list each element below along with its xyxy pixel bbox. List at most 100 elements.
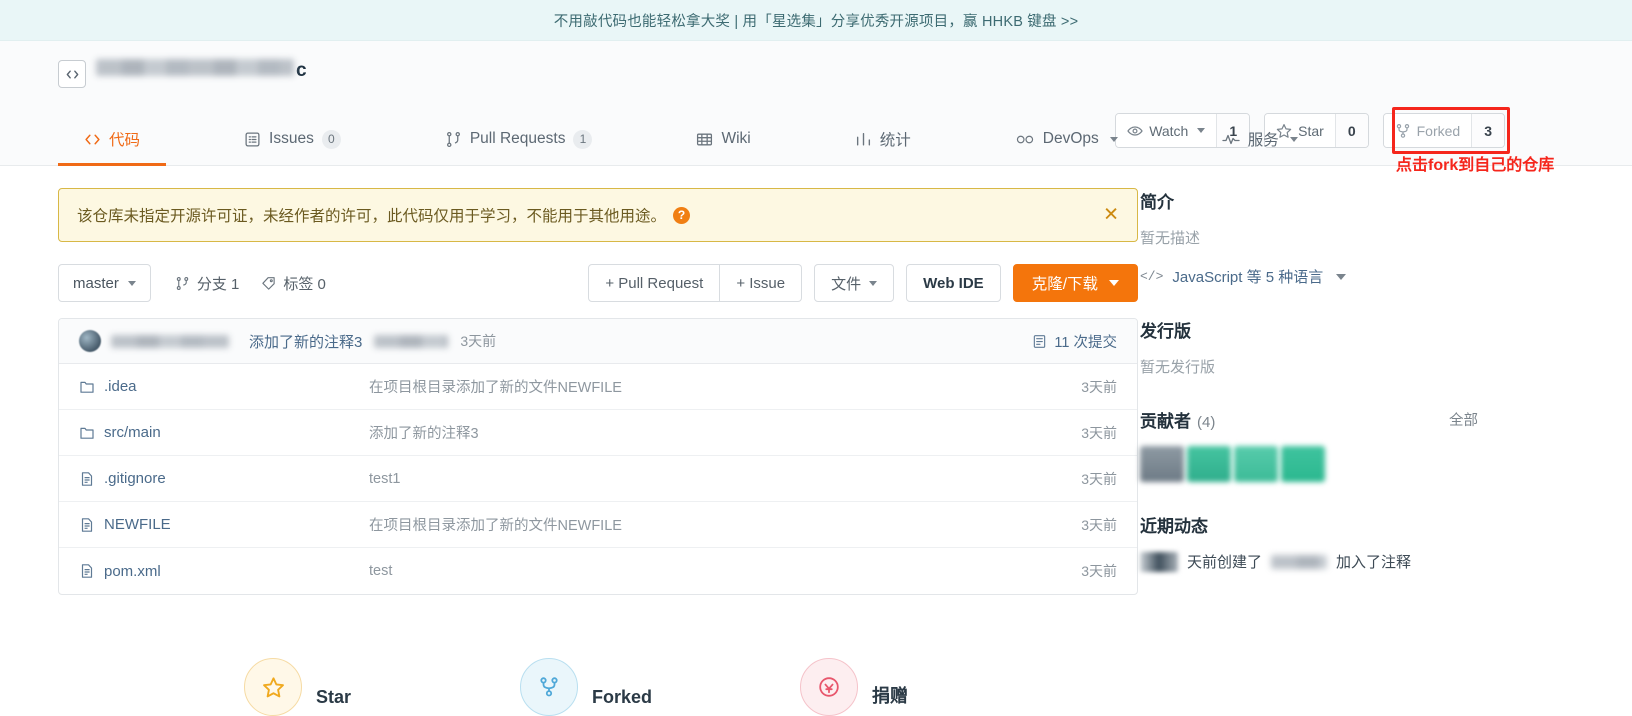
promo-banner-text[interactable]: 不用敲代码也能轻松拿大奖 | 用「星选集」分享优秀开源项目，赢 HHKB 键盘 … <box>554 10 1079 31</box>
issues-icon <box>244 131 261 148</box>
repo-name-redacted <box>96 59 294 76</box>
sidebar-activity-block: 近期动态 天前创建了 加入了注释 <box>1140 512 1522 572</box>
sidebar-releases-block: 发行版 暂无发行版 <box>1140 317 1522 377</box>
file-table: 添加了新的注释3 3天前 11 次提交 .idea 在项目根目录添加了新的文件N… <box>58 318 1138 595</box>
activity-target-redacted <box>1271 554 1328 569</box>
file-name-cell[interactable]: src/main <box>79 424 369 441</box>
tab-services-label: 服务 <box>1247 132 1279 149</box>
tab-code[interactable]: 代码 <box>58 113 167 166</box>
tags-label: 标签 0 <box>283 275 326 293</box>
avatar[interactable] <box>79 330 101 352</box>
tab-wiki-label: Wiki <box>721 130 751 147</box>
branches-link[interactable]: 分支 1 <box>175 273 240 294</box>
file-commit-message: 在项目根目录添加了新的文件NEWFILE <box>369 518 622 534</box>
new-pull-request-button[interactable]: + Pull Request <box>588 264 721 302</box>
question-icon[interactable]: ? <box>673 206 691 224</box>
tab-pull-requests-badge: 1 <box>573 129 593 149</box>
sidebar-contributors-all-link[interactable]: 全部 <box>1449 409 1478 430</box>
sidebar: 简介 暂无描述 </> JavaScript 等 5 种语言 发行版 暂无发行版… <box>1102 166 1522 602</box>
pull-request-icon <box>445 131 462 148</box>
stat-donate-label: 捐赠 <box>872 686 908 706</box>
repo-meta-links: 分支 1 标签 0 <box>175 273 326 294</box>
avatar[interactable] <box>1187 446 1231 482</box>
sidebar-intro-desc: 暂无描述 <box>1140 230 1201 247</box>
close-icon[interactable]: ✕ <box>1103 206 1119 225</box>
avatar[interactable] <box>1140 446 1184 482</box>
repository-title: c <box>58 59 307 89</box>
repo-name-visible-tail: c <box>296 60 307 81</box>
sidebar-activity-title: 近期动态 <box>1140 517 1208 536</box>
file-commit-message: test <box>369 563 393 579</box>
tab-devops[interactable]: DevOps <box>989 113 1144 165</box>
stat-star-label: Star <box>316 687 352 707</box>
commit-time: 3天前 <box>460 333 497 349</box>
table-row[interactable]: src/main 添加了新的注释3 3天前 <box>59 410 1137 456</box>
tab-statistics[interactable]: 统计 <box>829 113 937 165</box>
tab-issues[interactable]: Issues 0 <box>218 113 367 165</box>
repo-code-icon <box>58 60 86 88</box>
avatar <box>1140 551 1178 572</box>
avatar[interactable] <box>1234 446 1278 482</box>
file-name-label: .gitignore <box>104 470 166 487</box>
repository-nav: 代码 Issues 0 Pull Requests 1 Wiki 统计 DevO… <box>58 113 1632 166</box>
tab-services[interactable]: 服务 <box>1196 113 1324 165</box>
web-ide-button[interactable]: Web IDE <box>906 264 1001 302</box>
sidebar-language-row[interactable]: </> JavaScript 等 5 种语言 <box>1140 266 1522 287</box>
table-row[interactable]: .gitignore test1 3天前 <box>59 456 1137 502</box>
stat-donate[interactable]: 捐赠 <box>800 658 1076 716</box>
page-body: 该仓库未指定开源许可证，未经作者的许可，此代码仅用于学习，不能用于其他用途。 ?… <box>0 166 1632 602</box>
activity-suffix: 加入了注释 <box>1336 554 1412 571</box>
file-name-cell[interactable]: pom.xml <box>79 563 369 580</box>
chevron-down-icon <box>1109 136 1118 142</box>
star-icon <box>244 658 302 716</box>
file-name-cell[interactable]: .idea <box>79 378 369 395</box>
main-column: 该仓库未指定开源许可证，未经作者的许可，此代码仅用于学习，不能用于其他用途。 ?… <box>0 166 1138 602</box>
donate-icon <box>800 658 858 716</box>
table-row[interactable]: .idea 在项目根目录添加了新的文件NEWFILE 3天前 <box>59 364 1137 410</box>
file-name-label: NEWFILE <box>104 516 171 533</box>
file-icon <box>79 471 95 487</box>
new-issue-button[interactable]: + Issue <box>720 264 803 302</box>
tab-pull-requests[interactable]: Pull Requests 1 <box>419 113 619 165</box>
chevron-down-icon <box>1336 273 1347 280</box>
toolbar-actions: + Pull Request + Issue 文件 Web IDE 克隆/下载 <box>588 264 1138 302</box>
branch-icon <box>175 276 190 291</box>
file-name-cell[interactable]: .gitignore <box>79 470 369 487</box>
tab-wiki[interactable]: Wiki <box>670 113 776 165</box>
license-alert: 该仓库未指定开源许可证，未经作者的许可，此代码仅用于学习，不能用于其他用途。 ?… <box>58 188 1138 242</box>
repo-name[interactable]: c <box>96 59 307 89</box>
file-icon <box>79 563 95 579</box>
file-commit-message: 在项目根目录添加了新的文件NEWFILE <box>369 380 622 396</box>
commit-message[interactable]: 添加了新的注释3 <box>249 331 362 352</box>
tags-link[interactable]: 标签 0 <box>261 273 326 294</box>
repository-header: c Watch 1 Star 0 Forked 3 点击fork到自己的仓库 代… <box>0 41 1632 174</box>
branch-selector-label: master <box>73 274 119 292</box>
license-alert-text: 该仓库未指定开源许可证，未经作者的许可，此代码仅用于学习，不能用于其他用途。 <box>77 208 667 225</box>
stat-forked-label: Forked <box>592 687 653 707</box>
avatar[interactable] <box>1281 446 1325 482</box>
stat-forked[interactable]: Forked <box>520 658 796 716</box>
list-item[interactable]: 天前创建了 加入了注释 <box>1140 551 1522 572</box>
promo-banner[interactable]: 不用敲代码也能轻松拿大奖 | 用「星选集」分享优秀开源项目，赢 HHKB 键盘 … <box>0 0 1632 41</box>
chevron-down-icon <box>1289 136 1298 142</box>
latest-commit-row: 添加了新的注释3 3天前 11 次提交 <box>59 319 1137 364</box>
sidebar-releases-desc: 暂无发行版 <box>1140 359 1216 376</box>
sidebar-contributors-count: (4) <box>1197 414 1216 431</box>
branch-selector[interactable]: master <box>58 264 151 302</box>
stat-star[interactable]: Star <box>244 658 520 716</box>
table-row[interactable]: pom.xml test 3天前 <box>59 548 1137 594</box>
file-name-cell[interactable]: NEWFILE <box>79 516 369 533</box>
contributor-avatars <box>1140 446 1522 482</box>
files-dropdown-button[interactable]: 文件 <box>814 264 895 302</box>
table-row[interactable]: NEWFILE 在项目根目录添加了新的文件NEWFILE 3天前 <box>59 502 1137 548</box>
repo-toolbar: master 分支 1 标签 0 + Pull Request + Issue … <box>58 264 1138 302</box>
file-icon <box>79 517 95 533</box>
tab-issues-label: Issues <box>269 130 314 147</box>
fork-icon <box>520 658 578 716</box>
infinity-icon <box>1015 131 1035 148</box>
branches-label: 分支 1 <box>196 275 240 293</box>
clone-download-label: 克隆/下载 <box>1031 276 1098 293</box>
